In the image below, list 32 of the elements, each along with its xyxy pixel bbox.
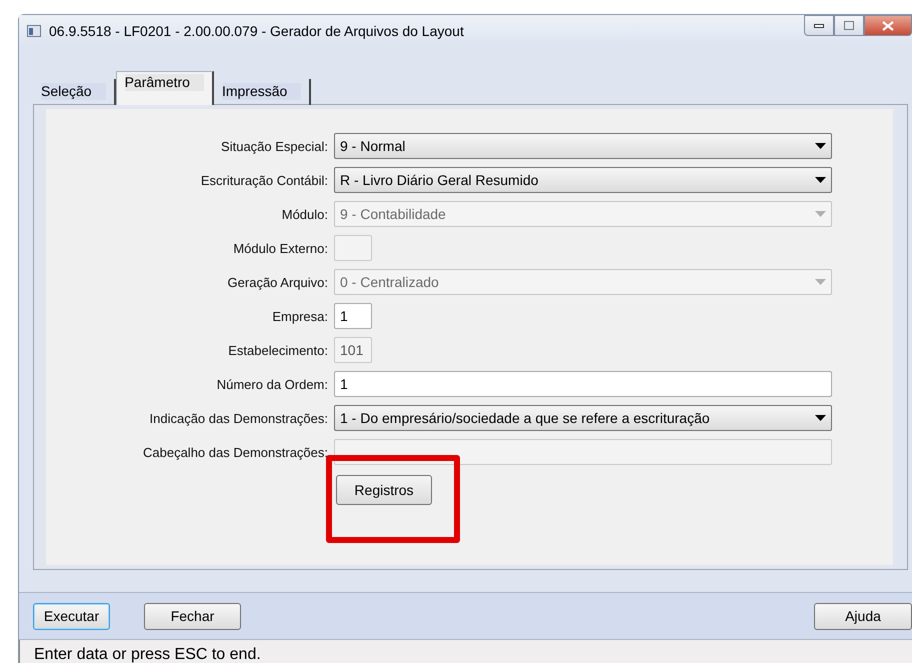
maximize-button[interactable] [834, 15, 864, 36]
field-label: Módulo: [280, 206, 329, 222]
footer-button[interactable]: Ajuda [814, 602, 912, 630]
tab[interactable]: Parâmetro [116, 71, 214, 105]
input-field[interactable]: 1 [334, 303, 372, 329]
dropdown-arrow-icon[interactable] [815, 177, 826, 183]
minimize-button[interactable] [804, 15, 834, 36]
window-icon [27, 25, 41, 37]
field-label: Situação Especial: [220, 138, 329, 154]
minimize-icon [814, 24, 824, 28]
field-label: Número da Ordem: [216, 376, 329, 392]
field-label: Cabeçalho das Demonstrações: [142, 444, 329, 460]
footer-button[interactable]: Executar [33, 602, 110, 630]
window-title: 06.9.5518 - LF0201 - 2.00.00.079 - Gerador de Arquivos do Layout [49, 23, 464, 39]
close-button[interactable] [864, 15, 912, 36]
registros-button[interactable]: Registros [336, 475, 432, 505]
dropdown-field[interactable]: 1 - Do empresário/sociedade a que se refere a escrituração [334, 405, 832, 431]
input-field[interactable]: 1 [334, 371, 832, 397]
field-label: Empresa: [271, 308, 329, 324]
field-label: Geração Arquivo: [226, 274, 329, 290]
dropdown-field[interactable]: R - Livro Diário Geral Resumido [334, 167, 832, 193]
field-label: Estabelecimento: [227, 342, 329, 358]
dropdown-arrow-icon[interactable] [815, 415, 826, 421]
field-label: Indicação das Demonstrações: [148, 410, 329, 426]
status-text: Enter data or press ESC to end. [19, 640, 912, 663]
dropdown-arrow-icon[interactable] [815, 143, 826, 149]
maximize-icon [844, 21, 854, 30]
field-label: Módulo Externo: [232, 240, 329, 256]
footer-button[interactable]: Fechar [144, 602, 241, 630]
dropdown-field[interactable]: 9 - Normal [334, 133, 832, 159]
field-label: Escrituração Contábil: [200, 172, 329, 188]
close-icon [882, 20, 894, 30]
